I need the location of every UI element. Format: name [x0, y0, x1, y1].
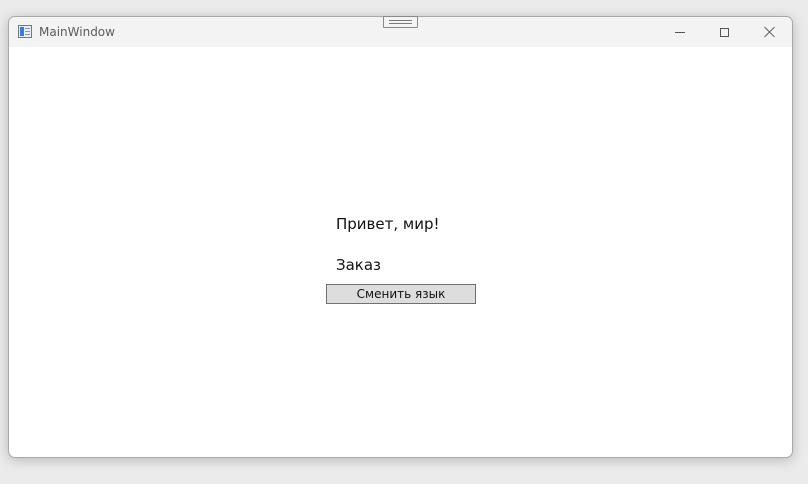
maximize-icon	[720, 27, 729, 37]
app-window-icon	[18, 25, 32, 38]
greeting-label: Привет, мир!	[336, 215, 440, 233]
main-window: MainWindow Привет, мир! Заказ Сменить яз…	[8, 16, 793, 458]
change-language-button[interactable]: Сменить язык	[326, 284, 476, 304]
close-button[interactable]	[747, 17, 792, 47]
order-label: Заказ	[336, 256, 382, 274]
snap-layout-handle[interactable]	[383, 16, 418, 28]
close-icon	[764, 26, 776, 38]
minimize-button[interactable]	[657, 17, 702, 47]
snap-layout-handle-icon	[389, 20, 412, 24]
minimize-icon	[674, 31, 685, 33]
maximize-button[interactable]	[702, 17, 747, 47]
window-title: MainWindow	[39, 25, 115, 39]
